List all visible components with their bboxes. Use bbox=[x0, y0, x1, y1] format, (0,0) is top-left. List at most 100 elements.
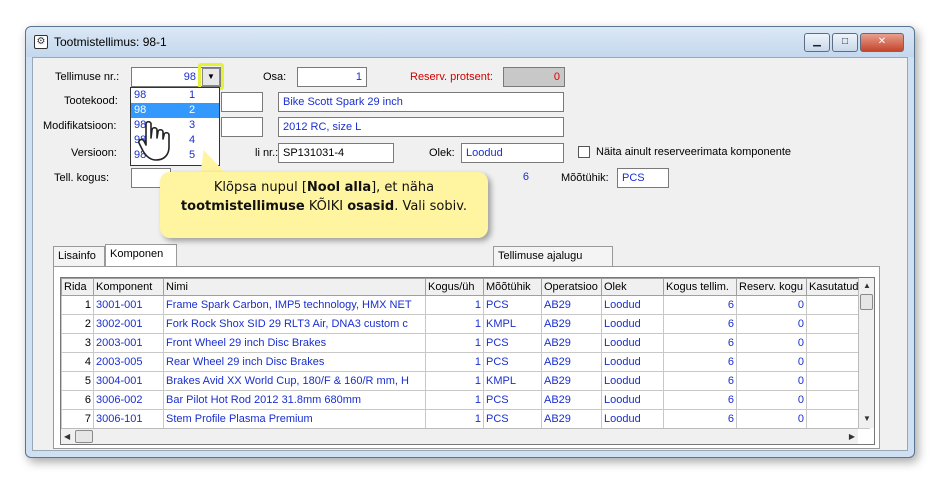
table-cell[interactable]: 3002-001 bbox=[93, 314, 164, 334]
col-header[interactable]: Operatsioo bbox=[541, 278, 602, 296]
table-cell[interactable]: 6 bbox=[663, 314, 737, 334]
table-cell[interactable]: KMPL bbox=[483, 371, 542, 391]
table-cell[interactable]: 6 bbox=[61, 390, 94, 410]
close-button[interactable]: ✕ bbox=[860, 33, 904, 52]
col-header[interactable]: Reserv. kogu bbox=[736, 278, 807, 296]
table-cell[interactable]: AB29 bbox=[541, 352, 602, 372]
part-field[interactable]: 1 bbox=[297, 67, 367, 87]
table-cell[interactable]: 3 bbox=[61, 333, 94, 353]
table-cell[interactable]: 6 bbox=[663, 352, 737, 372]
table-cell[interactable]: Loodud bbox=[601, 371, 664, 391]
maximize-button[interactable]: □ bbox=[832, 33, 858, 52]
table-cell[interactable]: Brakes Avid XX World Cup, 180/F & 160/R … bbox=[163, 371, 426, 391]
table-cell[interactable]: 7 bbox=[61, 409, 94, 429]
table-cell[interactable]: 1 bbox=[425, 352, 484, 372]
table-row[interactable]: 3 2003-001 Front Wheel 29 inch Disc Brakes… bbox=[61, 333, 871, 353]
table-cell[interactable]: 5 bbox=[61, 371, 94, 391]
col-header[interactable]: Olek bbox=[601, 278, 664, 296]
table-cell[interactable]: 0 bbox=[736, 352, 807, 372]
table-cell[interactable]: 0 bbox=[736, 409, 807, 429]
table-cell[interactable]: PCS bbox=[483, 352, 542, 372]
table-cell[interactable]: 1 bbox=[425, 390, 484, 410]
product-name-field[interactable]: Bike Scott Spark 29 inch bbox=[278, 92, 564, 112]
table-cell[interactable]: 4 bbox=[61, 352, 94, 372]
col-header[interactable]: Kogus tellim. bbox=[663, 278, 737, 296]
modification-code-field[interactable] bbox=[221, 117, 263, 137]
table-cell[interactable]: AB29 bbox=[541, 295, 602, 315]
table-cell[interactable]: Loodud bbox=[601, 390, 664, 410]
table-cell[interactable]: Loodud bbox=[601, 295, 664, 315]
table-cell[interactable]: 3001-001 bbox=[93, 295, 164, 315]
col-header[interactable]: Nimi bbox=[163, 278, 426, 296]
table-cell[interactable]: Fork Rock Shox SID 29 RLT3 Air, DNA3 cus… bbox=[163, 314, 426, 334]
table-cell[interactable]: 3006-002 bbox=[93, 390, 164, 410]
table-cell[interactable]: Bar Pilot Hot Rod 2012 31.8mm 680mm bbox=[163, 390, 426, 410]
table-cell[interactable]: Stem Profile Plasma Premium bbox=[163, 409, 426, 429]
table-cell[interactable]: 0 bbox=[736, 295, 807, 315]
tab-tellimuse-ajalugu[interactable]: Tellimuse ajalugu bbox=[493, 246, 613, 266]
table-cell[interactable]: AB29 bbox=[541, 409, 602, 429]
unit-field[interactable]: PCS bbox=[617, 168, 669, 188]
tab-lisainfo[interactable]: Lisainfo bbox=[53, 246, 105, 266]
table-cell[interactable]: 6 bbox=[663, 295, 737, 315]
scroll-up-icon[interactable]: ▲ bbox=[863, 281, 871, 290]
table-cell[interactable]: Loodud bbox=[601, 333, 664, 353]
table-cell[interactable]: Rear Wheel 29 inch Disc Brakes bbox=[163, 352, 426, 372]
status-field[interactable]: Loodud bbox=[461, 143, 564, 163]
col-header[interactable]: Mõõtühik bbox=[483, 278, 542, 296]
table-row[interactable]: 7 3006-101 Stem Profile Plasma Premium 1 PCS… bbox=[61, 409, 871, 429]
table-cell[interactable]: AB29 bbox=[541, 314, 602, 334]
table-cell[interactable]: PCS bbox=[483, 409, 542, 429]
table-cell[interactable]: 1 bbox=[425, 295, 484, 315]
table-cell[interactable]: Loodud bbox=[601, 352, 664, 372]
table-cell[interactable]: 0 bbox=[736, 333, 807, 353]
table-cell[interactable]: 6 bbox=[663, 371, 737, 391]
table-row[interactable]: 5 3004-001 Brakes Avid XX World Cup, 180/F… bbox=[61, 371, 871, 391]
table-cell[interactable]: 1 bbox=[425, 314, 484, 334]
horizontal-scroll-thumb[interactable] bbox=[75, 430, 93, 443]
col-header[interactable]: Komponent bbox=[93, 278, 164, 296]
table-cell[interactable]: AB29 bbox=[541, 390, 602, 410]
table-row[interactable]: 6 3006-002 Bar Pilot Hot Rod 2012 31.8mm 6… bbox=[61, 390, 871, 410]
table-cell[interactable]: 2003-001 bbox=[93, 333, 164, 353]
components-table[interactable]: Rida Komponent Nimi Kogus/üh Mõõtühik Op… bbox=[60, 277, 875, 445]
table-cell[interactable]: PCS bbox=[483, 295, 542, 315]
col-header[interactable]: Kogus/üh bbox=[425, 278, 484, 296]
col-header[interactable]: Rida bbox=[61, 278, 94, 296]
table-cell[interactable]: 1 bbox=[425, 333, 484, 353]
table-cell[interactable]: 0 bbox=[736, 390, 807, 410]
table-cell[interactable]: 1 bbox=[61, 295, 94, 315]
dropdown-item[interactable]: 98 1 bbox=[131, 88, 219, 103]
dropdown-item-selected[interactable]: 98 2 bbox=[131, 103, 219, 118]
tab-komponendid[interactable]: Komponen bbox=[105, 244, 177, 267]
table-cell[interactable]: Loodud bbox=[601, 409, 664, 429]
serial-field[interactable]: SP131031-4 bbox=[278, 143, 394, 163]
table-cell[interactable]: Frame Spark Carbon, IMP5 technology, HMX… bbox=[163, 295, 426, 315]
table-cell[interactable]: Loodud bbox=[601, 314, 664, 334]
vertical-scroll-thumb[interactable] bbox=[860, 294, 873, 310]
table-cell[interactable]: PCS bbox=[483, 333, 542, 353]
table-row[interactable]: 1 3001-001 Frame Spark Carbon, IMP5 techno… bbox=[61, 295, 871, 315]
table-cell[interactable]: KMPL bbox=[483, 314, 542, 334]
table-cell[interactable]: 1 bbox=[425, 409, 484, 429]
table-cell[interactable]: 6 bbox=[663, 409, 737, 429]
table-cell[interactable]: 3004-001 bbox=[93, 371, 164, 391]
table-cell[interactable]: 2003-005 bbox=[93, 352, 164, 372]
table-cell[interactable]: 3006-101 bbox=[93, 409, 164, 429]
table-cell[interactable]: 0 bbox=[736, 314, 807, 334]
product-code-field[interactable] bbox=[221, 92, 263, 112]
modification-field[interactable]: 2012 RC, size L bbox=[278, 117, 564, 137]
scroll-left-icon[interactable]: ◀ bbox=[64, 432, 70, 441]
table-cell[interactable]: AB29 bbox=[541, 371, 602, 391]
table-row[interactable]: 2 3002-001 Fork Rock Shox SID 29 RLT3 Air,… bbox=[61, 314, 871, 334]
table-cell[interactable]: Front Wheel 29 inch Disc Brakes bbox=[163, 333, 426, 353]
minimize-button[interactable]: ▁ bbox=[804, 33, 830, 52]
horizontal-scrollbar[interactable]: ◀ ▶ bbox=[61, 428, 858, 444]
unreserved-only-checkbox[interactable] bbox=[578, 146, 590, 158]
scroll-right-icon[interactable]: ▶ bbox=[849, 432, 855, 441]
table-row[interactable]: 4 2003-005 Rear Wheel 29 inch Disc Brakes 1… bbox=[61, 352, 871, 372]
table-cell[interactable]: 6 bbox=[663, 390, 737, 410]
table-cell[interactable]: AB29 bbox=[541, 333, 602, 353]
scroll-down-icon[interactable]: ▼ bbox=[863, 414, 871, 423]
table-cell[interactable]: PCS bbox=[483, 390, 542, 410]
